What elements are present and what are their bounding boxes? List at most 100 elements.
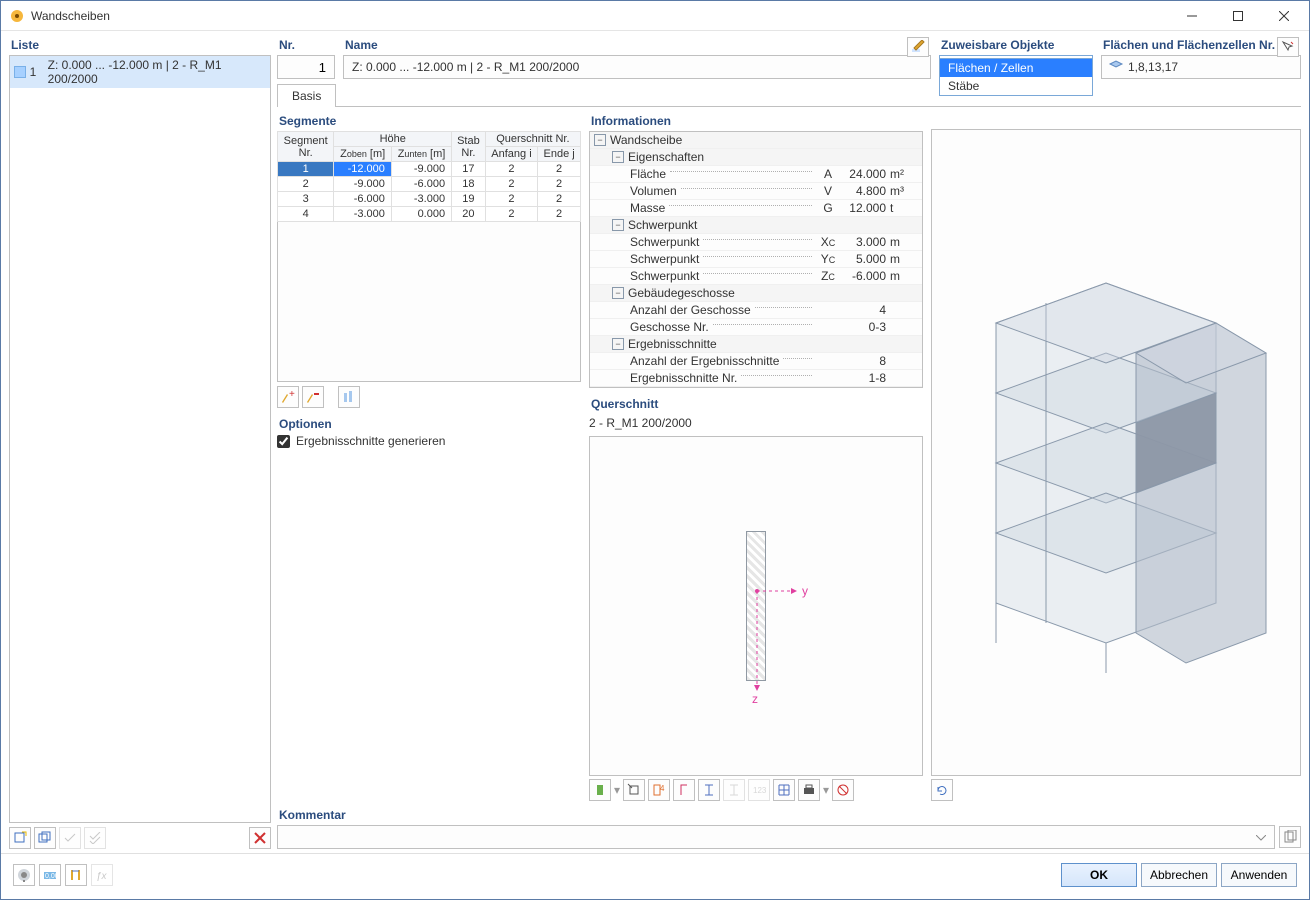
info-eigenschaften: Eigenschaften [628, 150, 918, 164]
col-anfang: Anfang i [485, 147, 537, 162]
axes-icon: y z [752, 506, 812, 706]
maximize-button[interactable] [1215, 1, 1261, 31]
kommentar-input[interactable] [277, 825, 1275, 849]
nr-title: Nr. [277, 35, 335, 55]
cross-tool-6 [723, 779, 745, 801]
check-all-button [84, 827, 106, 849]
info-geschosse: Gebäudegeschosse [628, 286, 918, 300]
ergebnis-checkbox-input[interactable] [277, 435, 290, 448]
close-button[interactable] [1261, 1, 1307, 31]
assignable-dropdown[interactable]: Flächen / Zellen Stäbe [939, 58, 1093, 96]
col-zunten: Zunten [m] [391, 147, 451, 162]
querschnitt-view[interactable]: y z [589, 436, 923, 776]
delete-button[interactable] [249, 827, 271, 849]
table-row[interactable]: 4-3.0000.0002022 [278, 207, 581, 222]
svg-text:ƒx: ƒx [96, 871, 108, 882]
cancel-button[interactable]: Abbrechen [1141, 863, 1217, 887]
segmente-empty-area[interactable] [277, 222, 581, 382]
ids-input[interactable]: 1,8,13,17 [1101, 55, 1301, 79]
querschnitt-title: Querschnitt [589, 394, 923, 414]
col-zoben: Zoben [m] [334, 147, 392, 162]
col-querschnitt: Querschnitt Nr. [485, 132, 580, 147]
nr-input[interactable] [277, 55, 335, 79]
svg-text:y: y [802, 584, 808, 598]
copy-button[interactable] [34, 827, 56, 849]
viewport-3d[interactable] [931, 129, 1301, 776]
units-button[interactable]: 0,00 [39, 864, 61, 886]
cross-tool-7: 123 [748, 779, 770, 801]
table-row[interactable]: 1-12.000-9.0001722 [278, 162, 581, 177]
ids-value: 1,8,13,17 [1128, 60, 1178, 74]
kommentar-library-button[interactable] [1279, 826, 1301, 848]
check-button [59, 827, 81, 849]
apply-button[interactable]: Anwenden [1221, 863, 1297, 887]
seg-section-button[interactable] [338, 386, 360, 408]
table-row[interactable]: 2-9.000-6.0001822 [278, 177, 581, 192]
col-hoehe: Höhe [334, 132, 452, 147]
help-button[interactable] [13, 864, 35, 886]
svg-text:+: + [289, 390, 295, 400]
chevron-down-icon [1256, 835, 1266, 841]
collapse-icon[interactable]: − [612, 151, 624, 163]
assignable-option-members[interactable]: Stäbe [940, 77, 1092, 95]
cross-tool-print[interactable] [798, 779, 820, 801]
info-ergschn: Ergebnisschnitte [628, 337, 918, 351]
svg-text:z: z [752, 692, 758, 706]
svg-text:4: 4 [660, 784, 665, 793]
name-title: Name [343, 35, 931, 55]
surface-icon [1108, 60, 1124, 76]
info-tree[interactable]: −Wandscheibe −Eigenschaften FlächeA24.00… [589, 131, 923, 388]
window-title: Wandscheiben [31, 9, 1169, 23]
cross-tool-reset[interactable] [832, 779, 854, 801]
new-button[interactable] [9, 827, 31, 849]
collapse-icon[interactable]: − [612, 287, 624, 299]
ids-pick-button[interactable] [1277, 37, 1299, 57]
segmente-title: Segmente [277, 111, 581, 131]
color-swatch-icon [14, 66, 26, 78]
minimize-button[interactable] [1169, 1, 1215, 31]
title-bar: Wandscheiben [1, 1, 1309, 31]
info-schwerpunkt: Schwerpunkt [628, 218, 918, 232]
list-item[interactable]: 1 Z: 0.000 ... -12.000 m | 2 - R_M1 200/… [10, 56, 270, 88]
tab-basis[interactable]: Basis [277, 84, 336, 107]
info-wandscheibe: Wandscheibe [610, 133, 918, 147]
ergebnis-checkbox[interactable]: Ergebnisschnitte generieren [277, 434, 581, 448]
seg-remove-button[interactable] [302, 386, 324, 408]
cross-tool-4[interactable] [673, 779, 695, 801]
table-row[interactable]: 3-6.000-3.0001922 [278, 192, 581, 207]
building-3d-icon [956, 203, 1276, 703]
kommentar-title: Kommentar [277, 805, 1301, 825]
liste-box[interactable]: 1 Z: 0.000 ... -12.000 m | 2 - R_M1 200/… [9, 55, 271, 823]
cross-tool-1[interactable] [589, 779, 611, 801]
assignable-option-surfaces[interactable]: Flächen / Zellen [940, 59, 1092, 77]
cross-tool-2[interactable] [623, 779, 645, 801]
name-input[interactable]: Z: 0.000 ... -12.000 m | 2 - R_M1 200/20… [343, 55, 931, 79]
optionen-title: Optionen [277, 414, 581, 434]
list-item-text: Z: 0.000 ... -12.000 m | 2 - R_M1 200/20… [48, 58, 266, 86]
querschnitt-text: 2 - R_M1 200/2000 [589, 414, 923, 436]
segmente-table[interactable]: SegmentNr. Höhe StabNr. Querschnitt Nr. … [277, 131, 581, 222]
col-segment: SegmentNr. [278, 132, 334, 162]
structure-button[interactable] [65, 864, 87, 886]
list-item-nr: 1 [30, 65, 37, 79]
collapse-icon[interactable]: − [594, 134, 606, 146]
ergebnis-label: Ergebnisschnitte generieren [296, 434, 445, 448]
seg-add-button[interactable]: + [277, 386, 299, 408]
app-icon [9, 8, 25, 24]
liste-title: Liste [9, 35, 271, 55]
collapse-icon[interactable]: − [612, 338, 624, 350]
cross-tool-5[interactable] [698, 779, 720, 801]
cross-tool-grid[interactable] [773, 779, 795, 801]
viewport-refresh-button[interactable] [931, 779, 953, 801]
info-title: Informationen [589, 111, 923, 131]
fx-button: ƒx [91, 864, 113, 886]
cross-tool-3[interactable]: 4 [648, 779, 670, 801]
col-stab: StabNr. [452, 132, 486, 162]
ok-button[interactable]: OK [1061, 863, 1137, 887]
svg-text:0,00: 0,00 [45, 873, 57, 880]
name-value: Z: 0.000 ... -12.000 m | 2 - R_M1 200/20… [352, 60, 579, 74]
name-edit-button[interactable] [907, 37, 929, 57]
ids-title: Flächen und Flächenzellen Nr. [1101, 35, 1301, 55]
collapse-icon[interactable]: − [612, 219, 624, 231]
assignable-title: Zuweisbare Objekte [939, 35, 1093, 55]
